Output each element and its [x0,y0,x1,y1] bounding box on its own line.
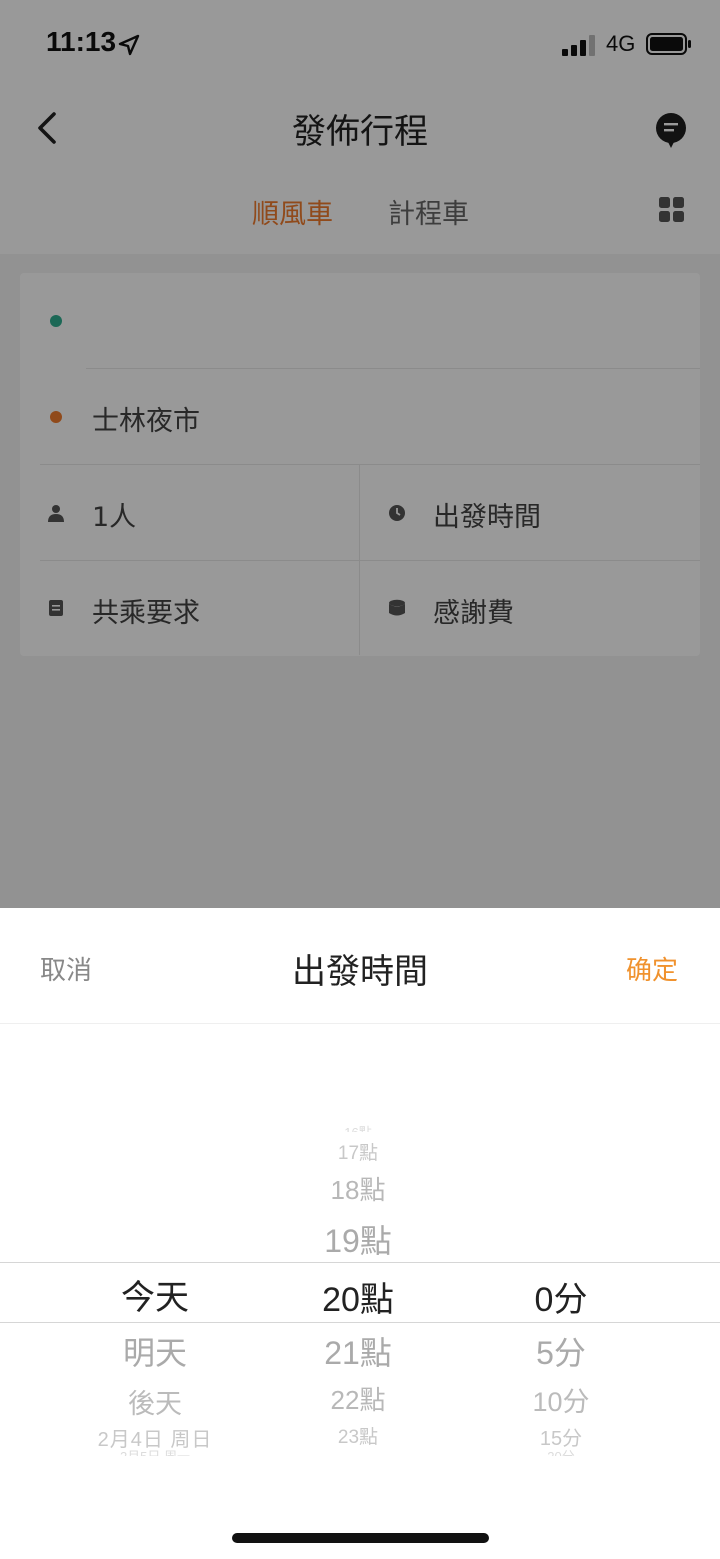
modal-overlay[interactable] [0,0,720,908]
minute-option[interactable]: 5分 [441,1328,681,1374]
minute-option[interactable]: 10分 [441,1380,681,1419]
home-indicator [232,1533,489,1543]
minute-wheel[interactable]: 0分 5分 10分 15分 20分 [441,908,681,1559]
minute-option-selected[interactable]: 0分 [441,1272,681,1321]
minute-option[interactable]: 20分 [441,1446,681,1456]
time-picker-sheet: 取消 出發時間 确定 今天 明天 後天 2月4日 周日 2月5日 周一 16點 … [0,908,720,1559]
